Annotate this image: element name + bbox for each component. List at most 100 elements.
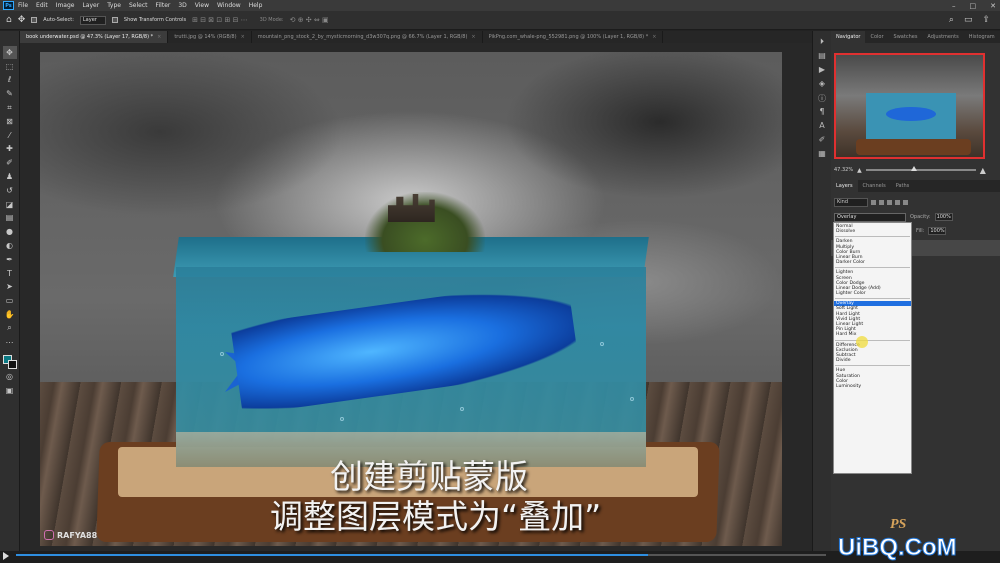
menu-3d[interactable]: 3D	[178, 2, 186, 9]
lasso-tool-icon[interactable]: ℓ	[3, 74, 17, 87]
menu-image[interactable]: Image	[56, 2, 75, 9]
zoom-tool-icon[interactable]: ⌕	[3, 322, 17, 335]
adjustment-filter-icon[interactable]	[879, 199, 884, 205]
tab-whale[interactable]: PikPng.com_whale-png_552981.png @ 100% (…	[483, 31, 664, 43]
properties-panel-icon[interactable]: ▤	[818, 51, 826, 61]
menu-help[interactable]: Help	[249, 2, 263, 9]
menu-view[interactable]: View	[195, 2, 209, 9]
blend-mode-option[interactable]: Luminosity	[834, 384, 911, 389]
menu-select[interactable]: Select	[129, 2, 148, 9]
maximize-icon[interactable]: □	[970, 2, 977, 10]
video-progress-bar[interactable]	[16, 554, 826, 556]
path-select-tool-icon[interactable]: ➤	[3, 281, 17, 294]
search-icon[interactable]: ⌕	[949, 15, 954, 25]
fill-field[interactable]: 100%	[928, 227, 947, 235]
frame-tool-icon[interactable]: ⊠	[3, 115, 17, 128]
blend-mode-option[interactable]: Divide	[834, 358, 911, 363]
menu-file[interactable]: File	[18, 2, 28, 9]
screen-mode-icon[interactable]: ▣	[3, 384, 17, 397]
shape-tool-icon[interactable]: ▭	[3, 294, 17, 307]
navigator-preview[interactable]	[834, 53, 985, 159]
menu-filter[interactable]: Filter	[156, 2, 171, 9]
pixel-filter-icon[interactable]	[871, 199, 876, 205]
paragraph-panel-icon[interactable]: ¶	[819, 107, 824, 117]
minimize-icon[interactable]: –	[952, 2, 956, 10]
crop-tool-icon[interactable]: ⌗	[3, 101, 17, 114]
zoom-value[interactable]: 47.32%	[834, 167, 853, 173]
kind-filter-dropdown[interactable]: Kind	[834, 197, 868, 207]
type-filter-icon[interactable]	[887, 199, 892, 205]
zoom-in-icon[interactable]: ▲	[980, 166, 986, 175]
pen-tool-icon[interactable]: ✒	[3, 253, 17, 266]
dodge-tool-icon[interactable]: ◐	[3, 239, 17, 252]
more-tools-icon[interactable]: ⋯	[3, 336, 17, 349]
gradient-tool-icon[interactable]: ▤	[3, 212, 17, 225]
home-icon[interactable]: ⌂	[6, 15, 12, 25]
close-tab-icon[interactable]: ×	[157, 34, 161, 40]
brush-tool-icon[interactable]: ✐	[3, 156, 17, 169]
menu-edit[interactable]: Edit	[36, 2, 48, 9]
tab-swatches[interactable]: Swatches	[889, 31, 923, 43]
play-icon[interactable]	[3, 552, 9, 560]
quick-select-tool-icon[interactable]: ✎	[3, 87, 17, 100]
libraries-panel-icon[interactable]: ▦	[818, 149, 826, 159]
tab-color[interactable]: Color	[865, 31, 888, 43]
move-tool-icon[interactable]: ✥	[18, 15, 26, 25]
hand-tool-icon[interactable]: ✋	[3, 308, 17, 321]
3d-mode-icons[interactable]: ⟲ ⊕ ✣ ⇔ ▣	[290, 16, 329, 24]
smart-filter-icon[interactable]	[903, 199, 908, 205]
blend-mode-option[interactable]: Hard Mix	[834, 332, 911, 337]
blend-mode-option[interactable]: Lighter Color	[834, 291, 911, 296]
background-color-swatch[interactable]	[7, 359, 17, 369]
blur-tool-icon[interactable]: ●	[3, 225, 17, 238]
zoom-slider-knob[interactable]	[910, 166, 917, 171]
layer-select-dropdown[interactable]: Layer	[79, 15, 106, 25]
eyedropper-tool-icon[interactable]: ⁄	[3, 129, 17, 142]
align-icons[interactable]: ⊞ ⊟ ⊠ ⊡ ⊞ ⊟ ⋯	[192, 16, 248, 24]
tab-adjustments[interactable]: Adjustments	[922, 31, 963, 43]
tab-mountain[interactable]: mountain_png_stock_2_by_mysticmorning_d3…	[252, 31, 483, 43]
actions-panel-icon[interactable]: ▶	[819, 65, 825, 75]
stamp-tool-icon[interactable]: ♟	[3, 170, 17, 183]
tab-book-underwater[interactable]: book underwater.psd @ 47.3% (Layer 17, R…	[20, 31, 169, 43]
blend-mode-dropdown[interactable]: Overlay	[834, 212, 906, 222]
history-panel-icon[interactable]: ⏵	[820, 37, 824, 47]
brush-panel-icon[interactable]: ✐	[819, 135, 826, 145]
workspace-icon[interactable]: ▭	[964, 15, 973, 25]
show-transform-checkbox[interactable]	[111, 17, 118, 23]
menu-window[interactable]: Window	[217, 2, 241, 9]
close-icon[interactable]: ✕	[990, 2, 996, 10]
canvas-area[interactable]: 创建剪贴蒙版 调整图层模式为“叠加” RAFYA88	[20, 43, 828, 551]
info-panel-icon[interactable]: ⓘ	[818, 93, 826, 103]
shape-filter-icon[interactable]	[895, 199, 900, 205]
color-swatches[interactable]	[2, 354, 18, 370]
healing-tool-icon[interactable]: ✚	[3, 143, 17, 156]
tab-trutti[interactable]: trutti.jpg @ 14% (RGB/8) ×	[168, 31, 252, 43]
zoom-out-icon[interactable]: ▲	[857, 167, 862, 174]
close-tab-icon[interactable]: ×	[652, 34, 656, 40]
tab-paths[interactable]: Paths	[891, 180, 915, 192]
tab-layers[interactable]: Layers	[831, 180, 858, 192]
close-tab-icon[interactable]: ×	[241, 34, 245, 40]
quick-mask-icon[interactable]: ◎	[3, 371, 17, 384]
character-panel-icon[interactable]: A	[819, 121, 824, 131]
blend-mode-option[interactable]: Dissolve	[834, 229, 911, 234]
blend-mode-menu[interactable]: Normal Dissolve Darken Multiply Color Burn Li…	[833, 222, 912, 474]
move-tool-icon[interactable]: ✥	[2, 46, 17, 59]
share-icon[interactable]: ⇪	[982, 15, 990, 25]
marquee-tool-icon[interactable]: ⬚	[3, 60, 17, 73]
eraser-tool-icon[interactable]: ◪	[3, 198, 17, 211]
document-canvas[interactable]: 创建剪贴蒙版 调整图层模式为“叠加” RAFYA88	[40, 52, 782, 546]
type-tool-icon[interactable]: T	[3, 267, 17, 280]
tab-histogram[interactable]: Histogram	[964, 31, 1000, 43]
opacity-field[interactable]: 100%	[934, 213, 953, 221]
menu-type[interactable]: Type	[107, 2, 121, 9]
adjust-panel-icon[interactable]: ◈	[819, 79, 825, 89]
tab-navigator[interactable]: Navigator	[831, 31, 866, 43]
close-tab-icon[interactable]: ×	[471, 34, 475, 40]
history-brush-icon[interactable]: ↺	[3, 184, 17, 197]
zoom-slider[interactable]	[865, 166, 976, 171]
menu-layer[interactable]: Layer	[82, 2, 99, 9]
auto-select-checkbox[interactable]	[31, 17, 38, 23]
tab-channels[interactable]: Channels	[858, 180, 891, 192]
